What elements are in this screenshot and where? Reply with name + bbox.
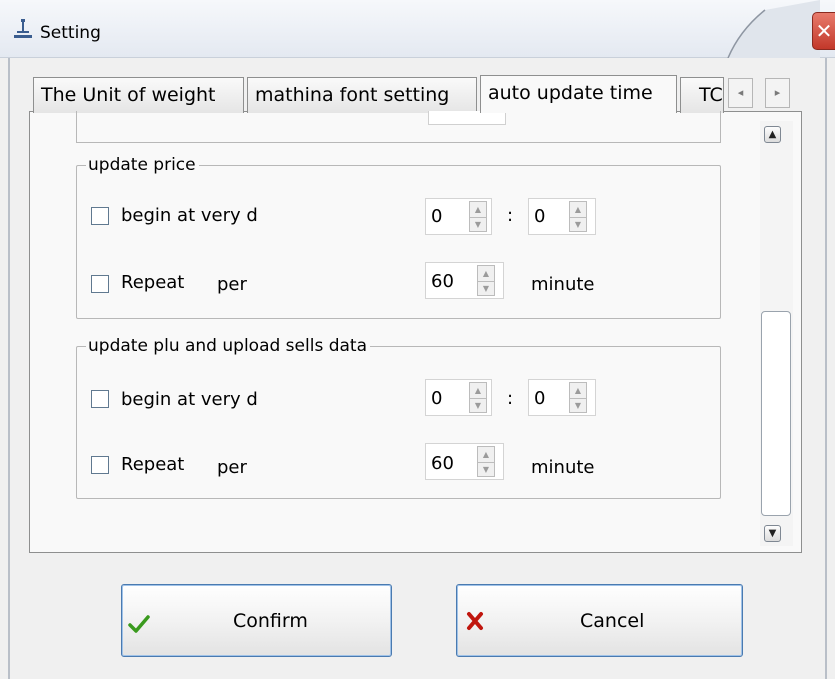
- x-icon: [467, 612, 483, 630]
- scrollbar-thumb[interactable]: [761, 311, 791, 516]
- group-update-plu: [76, 346, 721, 499]
- group-update-price: [76, 165, 721, 319]
- tab-unit-of-weight[interactable]: The Unit of weight: [33, 77, 244, 113]
- group-title-update-price: update price: [86, 155, 199, 175]
- scroll-up-button[interactable]: ▲: [764, 126, 781, 143]
- chevron-up-icon[interactable]: ▲: [570, 383, 586, 399]
- spin-price-begin-hour[interactable]: 0 ▲ ▼: [425, 198, 492, 235]
- group-title-update-plu: update plu and upload sells data: [86, 336, 370, 356]
- group-box-previous: [76, 111, 721, 143]
- label-price-unit: minute: [531, 274, 595, 295]
- spin-price-begin-minute-value: 0: [534, 206, 546, 227]
- confirm-button[interactable]: Confirm: [121, 584, 392, 657]
- spin-plu-begin-hour[interactable]: 0 ▲ ▼: [425, 379, 492, 416]
- check-icon: [128, 615, 150, 633]
- window-title: Setting: [40, 23, 101, 43]
- checkbox-price-repeat[interactable]: [91, 275, 109, 293]
- spin-arrows[interactable]: ▲ ▼: [469, 382, 487, 413]
- checkbox-plu-begin[interactable]: [91, 390, 109, 408]
- window-frame-right: [825, 58, 827, 679]
- chevron-down-icon[interactable]: ▼: [478, 281, 494, 296]
- chevron-down-icon[interactable]: ▼: [470, 398, 486, 413]
- tab-scroll-left-button[interactable]: ◂: [728, 78, 753, 108]
- chevron-up-icon[interactable]: ▲: [470, 202, 486, 218]
- label-plu-begin: begin at very d: [121, 389, 258, 410]
- tab-tc[interactable]: TC: [680, 77, 724, 113]
- spin-price-repeat[interactable]: 60 ▲ ▼: [425, 262, 504, 299]
- cancel-button[interactable]: Cancel: [456, 584, 743, 657]
- tab-scroll-right-button[interactable]: ▸: [765, 78, 790, 108]
- spin-price-begin-hour-value: 0: [431, 206, 443, 227]
- checkbox-plu-repeat[interactable]: [91, 456, 109, 474]
- spin-plu-repeat-value: 60: [431, 453, 454, 474]
- chevron-down-icon[interactable]: ▼: [478, 462, 494, 477]
- label-plu-per: per: [217, 457, 247, 478]
- spin-plu-begin-hour-value: 0: [431, 388, 443, 409]
- chevron-down-icon[interactable]: ▼: [570, 217, 586, 232]
- tab-mathina-font-setting[interactable]: mathina font setting: [247, 77, 477, 113]
- chevron-down-icon[interactable]: ▼: [470, 217, 486, 232]
- spin-arrows[interactable]: ▲ ▼: [469, 201, 487, 232]
- time-separator: :: [507, 388, 514, 409]
- spin-plu-repeat[interactable]: 60 ▲ ▼: [425, 443, 504, 480]
- label-plu-repeat: Repeat: [121, 454, 185, 475]
- chevron-up-icon[interactable]: ▲: [478, 447, 494, 463]
- chevron-up-icon[interactable]: ▲: [478, 266, 494, 282]
- scroll-down-button[interactable]: ▼: [764, 525, 781, 542]
- tab-auto-update-time[interactable]: auto update time: [480, 75, 677, 113]
- label-price-begin: begin at very d: [121, 205, 258, 226]
- spin-price-repeat-value: 60: [431, 271, 454, 292]
- spin-arrows[interactable]: ▲ ▼: [477, 265, 495, 296]
- close-button[interactable]: ✕: [812, 12, 835, 50]
- label-price-repeat: Repeat: [121, 272, 185, 293]
- chevron-up-icon[interactable]: ▲: [470, 383, 486, 399]
- spin-box-previous[interactable]: [428, 111, 506, 125]
- cancel-button-label: Cancel: [580, 610, 645, 632]
- spin-plu-begin-minute-value: 0: [534, 388, 546, 409]
- spin-arrows[interactable]: ▲ ▼: [477, 446, 495, 477]
- window-frame-left: [8, 58, 10, 679]
- spin-plu-begin-minute[interactable]: 0 ▲ ▼: [528, 379, 596, 416]
- spin-arrows[interactable]: ▲ ▼: [569, 201, 587, 232]
- label-price-per: per: [217, 274, 247, 295]
- time-separator: :: [507, 205, 514, 226]
- scale-icon: [14, 19, 32, 38]
- label-plu-unit: minute: [531, 457, 595, 478]
- chevron-up-icon[interactable]: ▲: [570, 202, 586, 218]
- title-bar-decoration: [680, 0, 820, 58]
- chevron-down-icon[interactable]: ▼: [570, 398, 586, 413]
- spin-arrows[interactable]: ▲ ▼: [569, 382, 587, 413]
- checkbox-price-begin[interactable]: [91, 207, 109, 225]
- spin-price-begin-minute[interactable]: 0 ▲ ▼: [528, 198, 596, 235]
- confirm-button-label: Confirm: [233, 610, 308, 632]
